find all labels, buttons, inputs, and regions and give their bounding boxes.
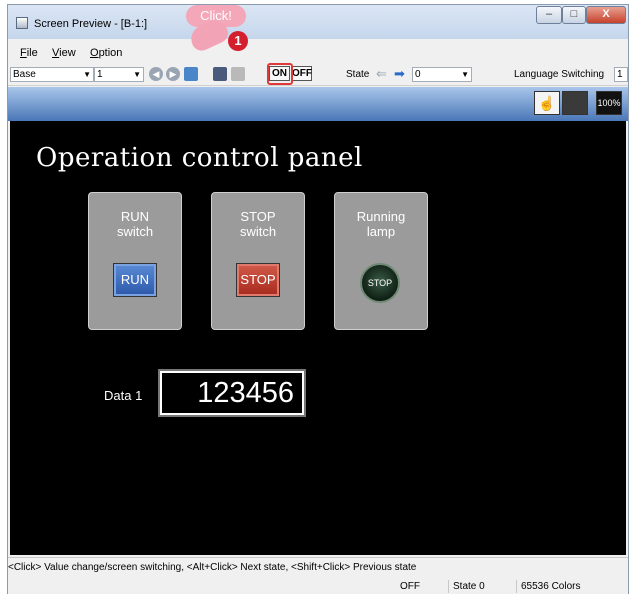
status-bar: <Click> Value change/screen switching, <…	[8, 557, 628, 594]
card-label: RUN switch	[116, 209, 154, 239]
state-label: State	[346, 69, 370, 80]
chevron-down-icon: ▼	[133, 70, 141, 79]
zoom-icon[interactable]: 100%	[596, 91, 622, 115]
touch-mode-icon[interactable]	[562, 91, 588, 115]
arrow-left-icon[interactable]: ⇐	[376, 66, 387, 82]
card-label: STOP switch	[239, 209, 277, 239]
language-select[interactable]: 1	[614, 67, 628, 82]
language-value: 1	[617, 69, 623, 80]
click-callout: Click! 1	[176, 3, 268, 54]
maximize-button[interactable]: □	[562, 6, 586, 24]
screen-number-value: 1	[97, 69, 103, 80]
running-lamp: STOP	[360, 263, 400, 303]
hand-pointer-icon[interactable]: ☝	[534, 91, 560, 115]
window-title: Screen Preview - [B-1:]	[34, 18, 148, 30]
back-icon[interactable]: ◀	[149, 67, 163, 81]
data-display[interactable]: 123456	[158, 369, 306, 417]
screen-type-value: Base	[13, 69, 36, 80]
menu-bar: File View Option	[8, 43, 628, 63]
save-icon[interactable]	[213, 67, 227, 81]
preview-window: Screen Preview - [B-1:] – □ X File View …	[7, 4, 629, 594]
status-colors: 65536 Colors	[516, 580, 580, 593]
hmi-screen: Operation control panel RUN switch RUN S…	[10, 121, 626, 555]
menu-file[interactable]: File	[20, 47, 38, 59]
panel-title: Operation control panel	[36, 143, 363, 173]
run-switch-card: RUN switch RUN	[88, 192, 182, 330]
status-hint: <Click> Value change/screen switching, <…	[8, 562, 417, 573]
card-label: Running lamp	[356, 209, 406, 239]
preview-ribbon: ☝ 100%	[8, 87, 628, 121]
data-label: Data 1	[104, 388, 143, 403]
running-lamp-card: Running lamp STOP	[334, 192, 428, 330]
menu-option[interactable]: Option	[90, 47, 122, 59]
run-button[interactable]: RUN	[113, 263, 157, 297]
title-bar: Screen Preview - [B-1:] – □ X	[8, 5, 628, 39]
status-state: State 0	[448, 580, 485, 593]
menu-view[interactable]: View	[52, 47, 76, 59]
forward-icon[interactable]: ▶	[166, 67, 180, 81]
screen-switch-icon[interactable]	[184, 67, 198, 81]
minimize-button[interactable]: –	[536, 6, 562, 24]
screen-number-select[interactable]: 1 ▼	[94, 67, 144, 82]
step-badge: 1	[228, 31, 248, 51]
status-mode: OFF	[400, 581, 420, 592]
arrow-right-icon[interactable]: ➡	[394, 66, 405, 82]
screen-type-select[interactable]: Base ▼	[10, 67, 94, 82]
zoom-label: 100%	[597, 98, 621, 108]
chevron-down-icon: ▼	[83, 70, 91, 79]
print-icon[interactable]	[231, 67, 245, 81]
stop-switch-card: STOP switch STOP	[211, 192, 305, 330]
off-button[interactable]: OFF	[291, 66, 312, 81]
chevron-down-icon: ▼	[461, 70, 469, 79]
stop-button[interactable]: STOP	[236, 263, 280, 297]
toolbar: Base ▼ 1 ▼ ◀ ▶ ON OFF State ⇐ ➡ 0 ▼ Lang…	[8, 65, 628, 86]
on-button-highlight	[267, 63, 293, 85]
app-icon	[16, 17, 28, 29]
language-label: Language Switching	[514, 69, 605, 80]
state-select[interactable]: 0 ▼	[412, 67, 472, 82]
close-button[interactable]: X	[586, 6, 626, 24]
state-value: 0	[415, 69, 421, 80]
